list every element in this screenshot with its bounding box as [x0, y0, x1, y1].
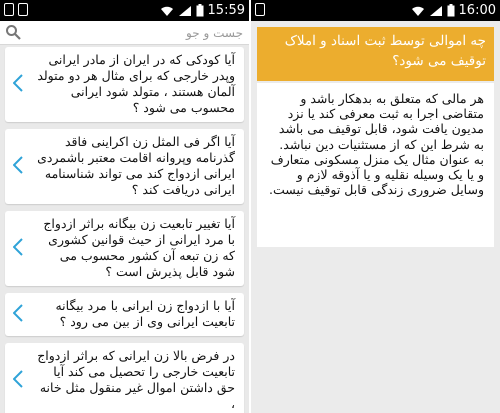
- chevron-left-icon: [12, 237, 23, 260]
- notification-icons: [255, 3, 265, 16]
- signal-icon: [178, 5, 192, 17]
- list-item[interactable]: آیا با ازدواج زن ایرانی با مرد بیگانه تا…: [5, 293, 244, 336]
- list-item[interactable]: آیا کودکی که در ایران از مادر ایرانی وپد…: [5, 47, 244, 122]
- question-text: در فرض بالا زن ایرانی که براثر ازدواج تا…: [37, 348, 235, 411]
- status-bar: 15:59: [0, 0, 249, 21]
- question-text: آیا اگر فی المثل زن اکراینی فاقد گذرنامه…: [37, 134, 235, 197]
- battery-icon: [196, 4, 204, 17]
- question-title: چه اموالی توسط ثبت اسناد و املاک توقیف م…: [284, 33, 486, 69]
- question-text: آیا تغییر تابعیت زن بیگانه براثر ازدواج …: [43, 216, 235, 279]
- usb-icon: [4, 3, 14, 16]
- notification-icon: [255, 3, 265, 16]
- list-item[interactable]: آیا اگر فی المثل زن اکراینی فاقد گذرنامه…: [5, 129, 244, 204]
- chevron-left-icon: [12, 369, 23, 392]
- search-icon[interactable]: [5, 24, 21, 44]
- wifi-icon: [160, 5, 174, 17]
- chevron-left-icon: [12, 155, 23, 178]
- notification-icons: [4, 3, 28, 16]
- list-item[interactable]: در فرض بالا زن ایرانی که براثر ازدواج تا…: [5, 343, 244, 413]
- question-list: آیا کودکی که در ایران از مادر ایرانی وپد…: [5, 47, 244, 413]
- question-header: چه اموالی توسط ثبت اسناد و املاک توقیف م…: [257, 27, 494, 81]
- signal-icon: [429, 5, 443, 17]
- chevron-left-icon: [12, 303, 23, 326]
- question-list-screen: 15:59 آیا کودکی که در ایران از مادر ایرا…: [0, 0, 249, 413]
- answer-panel: هر مالی که متعلق به بدهکار باشد و متقاضی…: [257, 83, 494, 247]
- question-text: آیا کودکی که در ایران از مادر ایرانی وپد…: [37, 52, 235, 115]
- status-time: 15:59: [207, 3, 245, 18]
- chevron-left-icon: [12, 73, 23, 96]
- answer-detail-screen: 16:00 چه اموالی توسط ثبت اسناد و املاک ت…: [251, 0, 500, 413]
- battery-icon: [447, 4, 455, 17]
- search-bar: [0, 21, 249, 45]
- list-item[interactable]: آیا تغییر تابعیت زن بیگانه براثر ازدواج …: [5, 211, 244, 286]
- status-bar: 16:00: [251, 0, 500, 21]
- question-text: آیا با ازدواج زن ایرانی با مرد بیگانه تا…: [55, 298, 235, 329]
- notification-icon: [18, 3, 28, 16]
- wifi-icon: [411, 5, 425, 17]
- search-input[interactable]: [24, 23, 243, 43]
- answer-text: هر مالی که متعلق به بدهکار باشد و متقاضی…: [269, 91, 484, 198]
- status-time: 16:00: [458, 3, 496, 18]
